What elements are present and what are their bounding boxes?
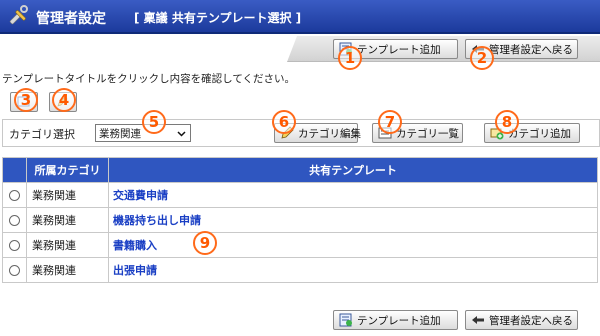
row-category: 業務関連 — [26, 207, 109, 233]
table-row: 業務関連 書籍購入 — [2, 232, 598, 258]
select-column-header — [2, 157, 27, 183]
row-radio[interactable] — [9, 215, 20, 226]
template-link[interactable]: 機器持ち出し申請 — [113, 214, 201, 227]
row-template-cell: 書籍購入 — [108, 232, 598, 258]
callout-6: 6 — [272, 110, 296, 134]
tools-icon — [9, 5, 28, 25]
row-select-cell — [2, 182, 27, 208]
chevron-down-icon — [177, 131, 186, 137]
callout-9: 9 — [193, 231, 217, 255]
category-column-header: 所属カテゴリ — [26, 157, 109, 183]
callout-2: 2 — [470, 46, 494, 70]
row-category: 業務関連 — [26, 182, 109, 208]
add-template-button-bottom[interactable]: テンプレート追加 — [333, 310, 458, 330]
callout-1: 1 — [338, 46, 362, 70]
back-to-admin-button-bottom[interactable]: 管理者設定へ戻る — [465, 310, 578, 330]
row-category: 業務関連 — [26, 257, 109, 283]
category-selected-value: 業務関連 — [99, 127, 141, 140]
back-to-admin-label: 管理者設定へ戻る — [489, 43, 573, 56]
table-row: 業務関連 出張申請 — [2, 257, 598, 283]
category-edit-label: カテゴリ編集 — [298, 127, 361, 140]
callout-4: 4 — [52, 88, 76, 112]
row-template-cell: 交通費申請 — [108, 182, 598, 208]
callout-7: 7 — [378, 110, 402, 134]
template-table: 所属カテゴリ 共有テンプレート 業務関連 交通費申請 業務関連 機器持ち出し申請… — [2, 157, 598, 283]
row-radio[interactable] — [9, 190, 20, 201]
category-add-label: カテゴリ追加 — [508, 127, 571, 140]
row-radio[interactable] — [9, 240, 20, 251]
row-select-cell — [2, 207, 27, 233]
page-title: 管理者設定 — [36, 11, 106, 27]
back-to-admin-label-bottom: 管理者設定へ戻る — [489, 314, 573, 327]
row-select-cell — [2, 232, 27, 258]
row-template-cell: 機器持ち出し申請 — [108, 207, 598, 233]
row-select-cell — [2, 257, 27, 283]
instruction-text: テンプレートタイトルをクリックし内容を確認してください。 — [2, 73, 296, 85]
callout-8: 8 — [495, 110, 519, 134]
category-label: カテゴリ選択 — [9, 128, 75, 141]
template-link[interactable]: 出張申請 — [113, 264, 157, 277]
callout-5: 5 — [142, 110, 166, 134]
table-row: 業務関連 機器持ち出し申請 — [2, 207, 598, 233]
category-list-label: カテゴリ一覧 — [396, 127, 459, 140]
template-column-header: 共有テンプレート — [108, 157, 598, 183]
add-template-label: テンプレート追加 — [357, 43, 441, 56]
row-template-cell: 出張申請 — [108, 257, 598, 283]
callout-3: 3 — [14, 88, 38, 112]
template-link[interactable]: 交通費申請 — [113, 189, 168, 202]
template-link[interactable]: 書籍購入 — [113, 239, 157, 252]
table-row: 業務関連 交通費申請 — [2, 182, 598, 208]
add-template-label-bottom: テンプレート追加 — [357, 314, 441, 327]
title-bar: 管理者設定 [ 稟議 共有テンプレート選択 ] — [0, 0, 600, 34]
row-radio[interactable] — [9, 265, 20, 276]
back-arrow-icon — [472, 316, 484, 324]
page-subtitle: [ 稟議 共有テンプレート選択 ] — [134, 11, 302, 25]
row-category: 業務関連 — [26, 232, 109, 258]
table-header-row: 所属カテゴリ 共有テンプレート — [2, 157, 598, 183]
template-add-icon — [339, 313, 352, 327]
